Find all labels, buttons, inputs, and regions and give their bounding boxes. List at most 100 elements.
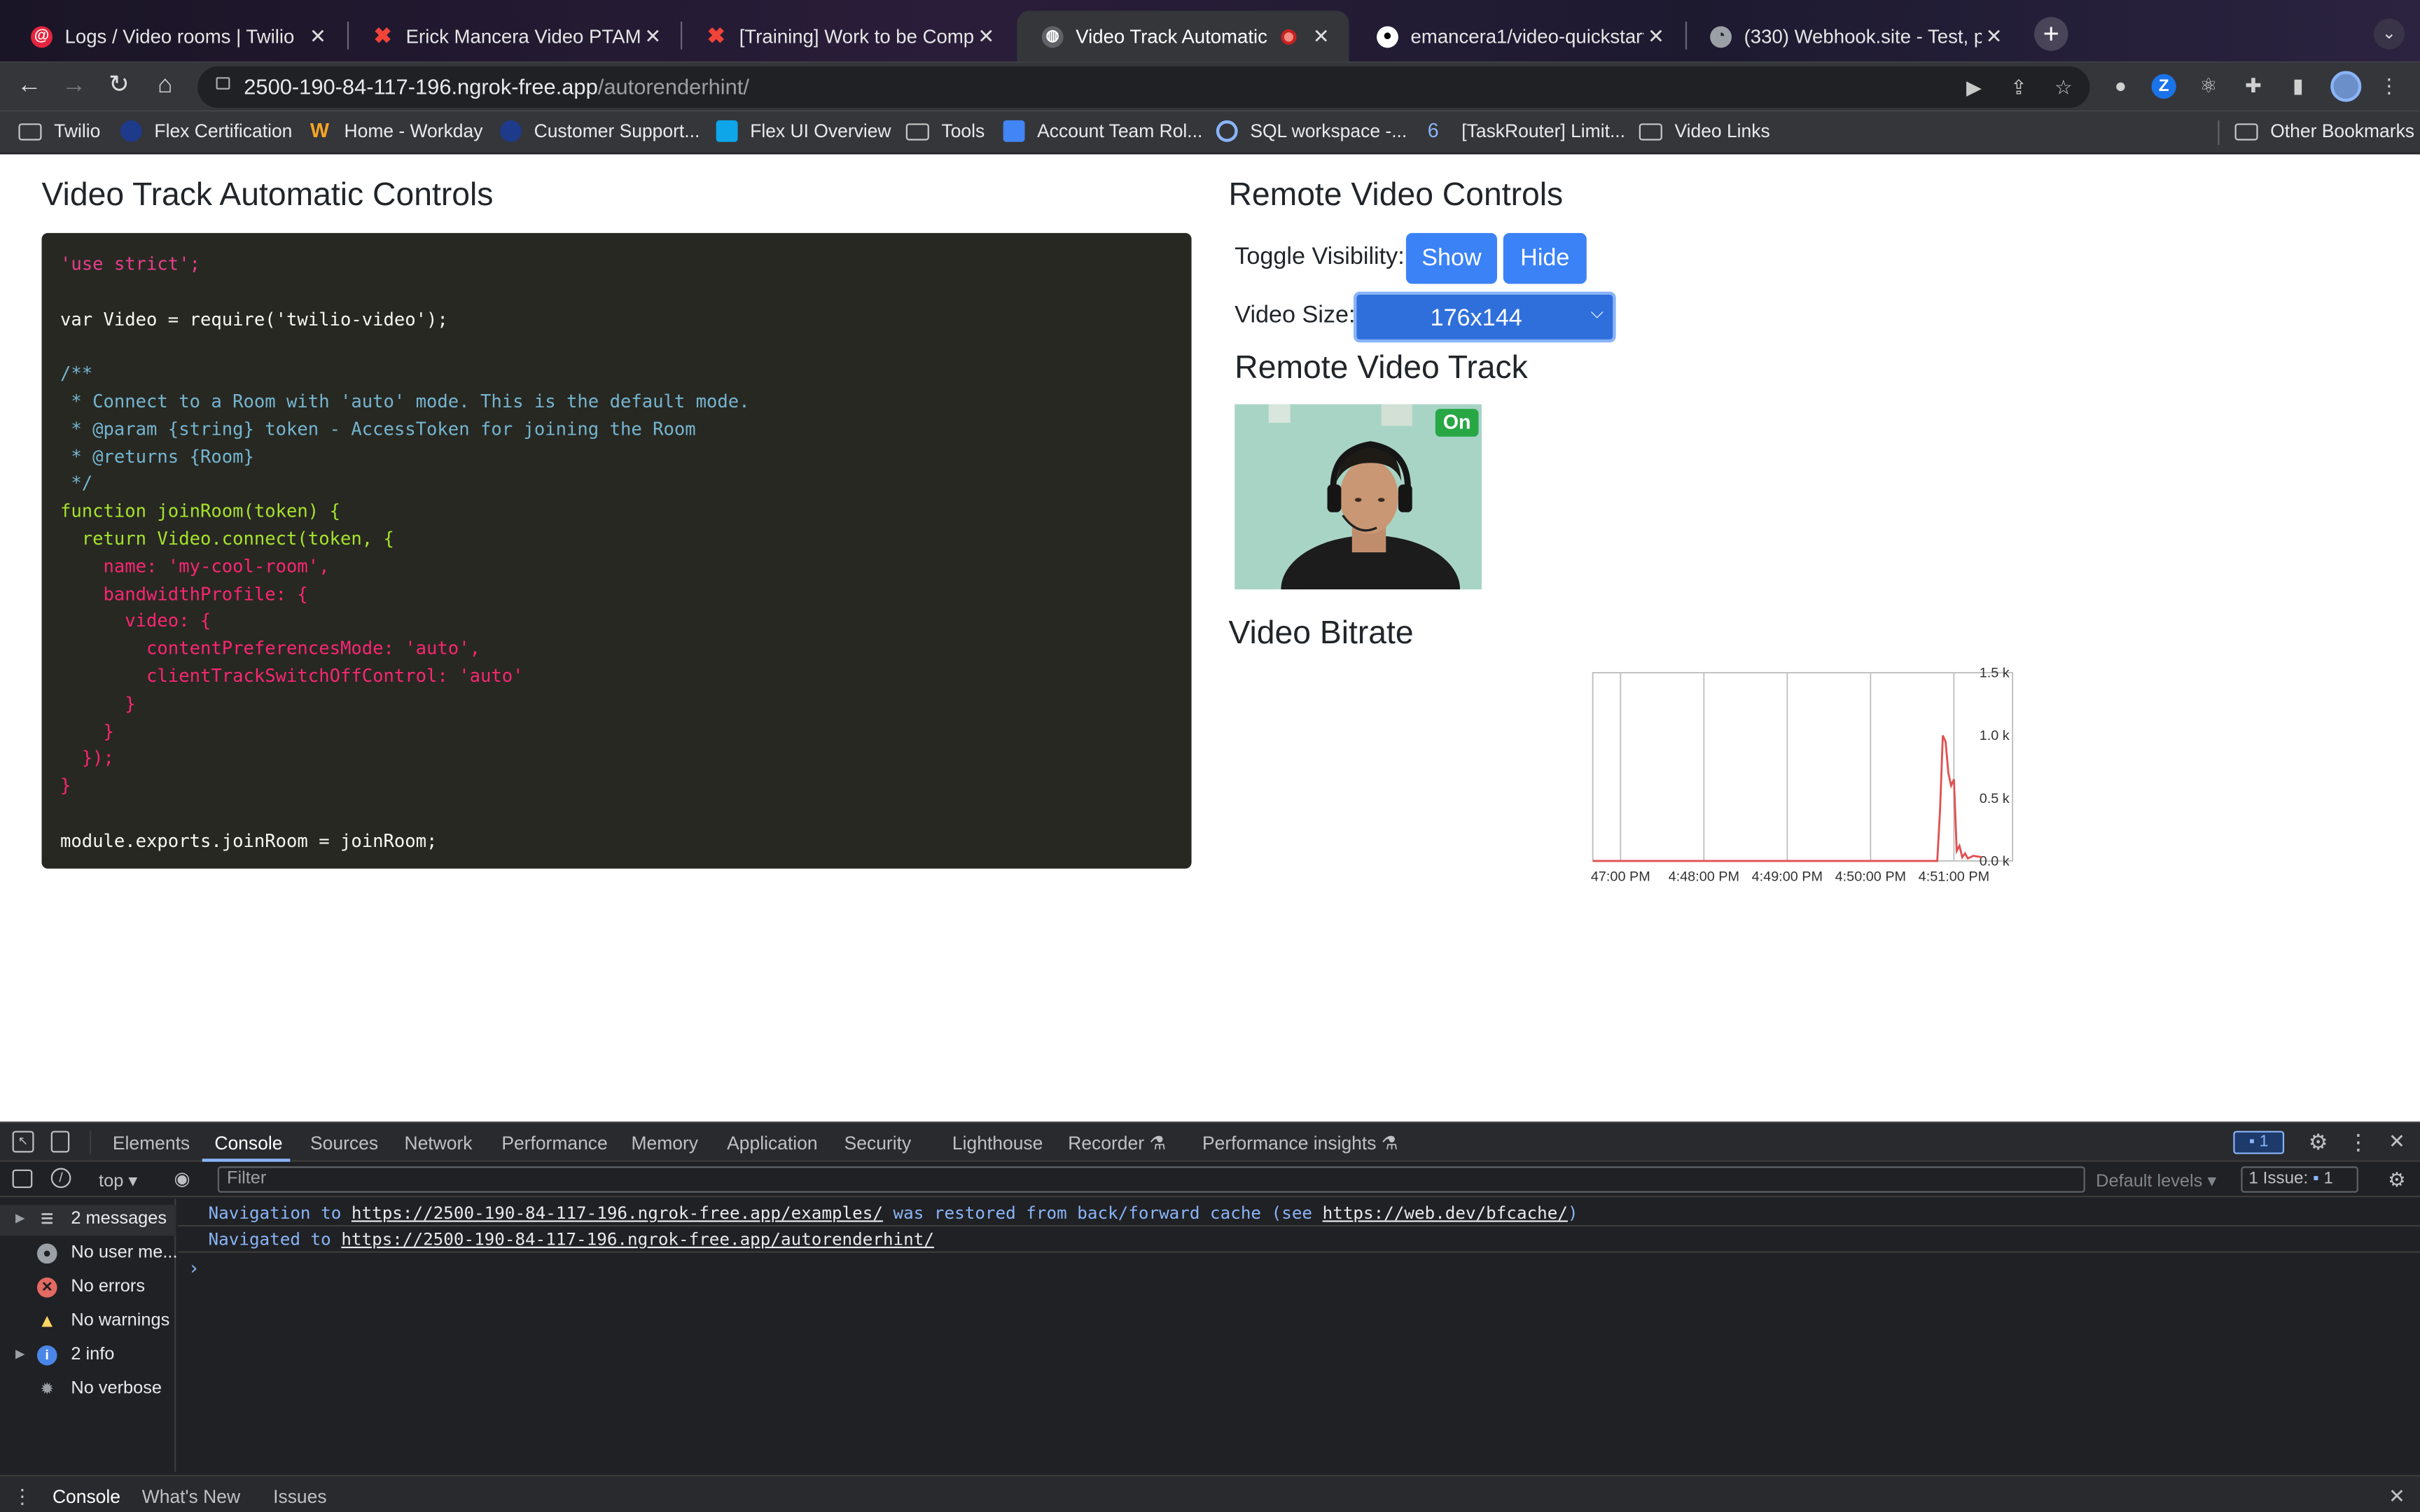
issues-counter-chip[interactable]: ▪ 1: [2233, 1130, 2285, 1154]
devtools-tab-lighthouse[interactable]: Lighthouse: [952, 1133, 1043, 1154]
tab-github-repo[interactable]: ● emancera1/video-quickstart-js ✕: [1352, 10, 1684, 62]
devtools-tab-sources[interactable]: Sources: [310, 1133, 378, 1154]
console-filter-input[interactable]: Filter: [217, 1166, 2085, 1193]
bookmark-other[interactable]: Other Bookmarks: [2234, 120, 2414, 142]
devtools-menu-icon[interactable]: ⋮: [2347, 1129, 2369, 1155]
bookmark-flex-ui-overview[interactable]: Flex UI Overview: [716, 120, 891, 142]
console-link[interactable]: https://web.dev/bfcache/: [1323, 1203, 1568, 1224]
bookmark-tools[interactable]: Tools: [905, 120, 985, 142]
console-sidebar: ▶ ☰ 2 messages ● No user me... ✕ No erro…: [0, 1198, 178, 1472]
error-icon: ✕: [36, 1277, 57, 1298]
code-line: /**: [60, 363, 93, 385]
drawer-tab-issues[interactable]: Issues: [273, 1486, 326, 1508]
camera-icon[interactable]: ▶: [1963, 76, 1985, 99]
sidebar-item-verbose[interactable]: ✹ No verbose: [0, 1375, 176, 1406]
devtools-tab-application[interactable]: Application: [727, 1133, 817, 1154]
devtools-tab-security[interactable]: Security: [844, 1133, 912, 1154]
url-text: 2500-190-84-117-196.ngrok-free.app/autor…: [244, 74, 749, 99]
share-icon[interactable]: ⇪: [2008, 76, 2030, 99]
context-selector[interactable]: top ▾: [99, 1170, 137, 1191]
bookmark-customer-support[interactable]: Customer Support...: [500, 120, 700, 142]
log-levels-dropdown[interactable]: Default levels ▾: [2096, 1170, 2216, 1191]
side-panel-icon[interactable]: ▮: [2286, 74, 2310, 99]
extensions-puzzle-icon[interactable]: ✚: [2241, 74, 2265, 99]
issues-button[interactable]: 1 Issue: ▪ 1: [2241, 1166, 2358, 1193]
console-prompt[interactable]: ›: [188, 1257, 200, 1279]
sidebar-item-user-messages[interactable]: ● No user me...: [0, 1239, 178, 1270]
devtools-tab-recorder[interactable]: Recorder ⚗: [1068, 1133, 1166, 1154]
tab-search-chevron-icon[interactable]: ⌄: [2373, 18, 2405, 50]
sidebar-item-info[interactable]: ▶ i 2 info: [0, 1340, 176, 1371]
tab-video-track-active[interactable]: ◍ Video Track Automatic Con ✕: [1017, 10, 1349, 62]
drawer-menu-icon[interactable]: ⋮: [13, 1484, 33, 1508]
tab-webhook-site[interactable]: ◔ (330) Webhook.site - Test, process ✕: [1685, 10, 2022, 62]
video-size-select[interactable]: 176x144 ⌵: [1353, 291, 1616, 343]
bookmark-flex-certification[interactable]: Flex Certification: [120, 120, 292, 142]
video-size-value: 176x144: [1430, 305, 1522, 332]
y-tick-label: 1.5 k: [1980, 666, 2010, 681]
devtools-tabbar: ↖ Elements Console Sources Network Perfo…: [0, 1123, 2420, 1162]
devtools-tab-network[interactable]: Network: [404, 1133, 472, 1154]
new-tab-plus-icon[interactable]: +: [2034, 17, 2068, 51]
code-listing: 'use strict'; var Video = require('twili…: [60, 251, 1173, 855]
reload-icon[interactable]: ↻: [104, 71, 134, 102]
bookmark-star-icon[interactable]: ☆: [2052, 76, 2074, 99]
expand-triangle-icon[interactable]: ▶: [15, 1211, 25, 1225]
tab-training-work[interactable]: ✖ [Training] Work to be Completed ✕: [681, 10, 1014, 62]
drawer-tab-console[interactable]: Console: [53, 1486, 120, 1508]
settings-gear-icon[interactable]: ⚙: [2306, 1129, 2330, 1155]
devtools-tab-memory[interactable]: Memory: [631, 1133, 698, 1154]
kebab-menu-icon[interactable]: ⋮: [2377, 74, 2401, 99]
bookmark-sql-workspace[interactable]: SQL workspace -...: [1216, 120, 1407, 142]
dropdown-triangle-icon: ▾: [128, 1172, 138, 1191]
react-extension-icon[interactable]: ⚛: [2196, 74, 2220, 99]
clear-console-icon[interactable]: /: [50, 1168, 71, 1189]
devtools-tab-console[interactable]: Console: [214, 1133, 282, 1154]
bookmark-account-team[interactable]: Account Team Rol...: [1003, 120, 1202, 142]
sidebar-item-warnings[interactable]: ▲ No warnings: [0, 1307, 176, 1338]
console-link[interactable]: https://2500-190-84-117-196.ngrok-free.a…: [352, 1203, 883, 1224]
close-icon[interactable]: ✕: [1643, 24, 1668, 48]
tab-ptam-training[interactable]: ✖ Erick Mancera Video PTAM Training ✕: [347, 10, 681, 62]
close-icon[interactable]: ✕: [1309, 24, 1333, 48]
flask-icon: ⚗: [1381, 1132, 1398, 1154]
address-bar[interactable]: 2500-190-84-117-196.ngrok-free.app/autor…: [197, 66, 2090, 108]
extension-dot-icon[interactable]: ●: [2108, 74, 2133, 99]
device-toolbar-icon[interactable]: [50, 1130, 70, 1153]
url-host: 2500-190-84-117-196.ngrok-free.app: [244, 74, 598, 99]
lock-icon: [216, 77, 230, 90]
back-arrow-icon[interactable]: ←: [14, 71, 45, 102]
live-expression-eye-icon[interactable]: ◉: [172, 1168, 193, 1190]
console-link[interactable]: https://2500-190-84-117-196.ngrok-free.a…: [341, 1230, 934, 1250]
profile-avatar[interactable]: [2330, 71, 2362, 102]
hide-button[interactable]: Hide: [1503, 232, 1587, 284]
close-devtools-icon[interactable]: ✕: [2386, 1129, 2408, 1154]
devtools-tab-elements[interactable]: Elements: [113, 1133, 190, 1154]
recording-indicator-icon: [1281, 28, 1297, 44]
zoom-extension-icon[interactable]: Z: [2151, 74, 2176, 99]
tab-twilio-logs[interactable]: @ Logs / Video rooms | Twilio ✕: [6, 10, 346, 62]
bookmark-twilio[interactable]: Twilio: [18, 120, 100, 142]
sidebar-item-messages[interactable]: ▶ ☰ 2 messages: [0, 1205, 176, 1236]
forward-arrow-icon[interactable]: →: [59, 71, 90, 102]
show-button[interactable]: Show: [1405, 232, 1497, 284]
close-icon[interactable]: ✕: [974, 24, 999, 48]
home-icon[interactable]: ⌂: [150, 71, 181, 102]
close-icon[interactable]: ✕: [1982, 24, 2006, 48]
drawer-tab-whats-new[interactable]: What's New: [142, 1486, 240, 1508]
close-icon[interactable]: ✕: [641, 24, 665, 48]
sidebar-toggle-icon[interactable]: [12, 1169, 33, 1189]
devtools-tab-performance-insights[interactable]: Performance insights ⚗: [1202, 1133, 1398, 1154]
sidebar-item-errors[interactable]: ✕ No errors: [0, 1273, 176, 1303]
bookmark-video-links[interactable]: Video Links: [1639, 120, 1770, 142]
expand-triangle-icon[interactable]: ▶: [15, 1347, 25, 1361]
bookmark-taskrouter[interactable]: 6 [TaskRouter] Limit...: [1428, 120, 1625, 142]
close-drawer-icon[interactable]: ✕: [2386, 1484, 2408, 1508]
bookmark-workday[interactable]: W Home - Workday: [310, 120, 482, 142]
console-message: Navigated to https://2500-190-84-117-196…: [208, 1229, 934, 1250]
devtools-tab-performance[interactable]: Performance: [501, 1133, 607, 1154]
code-line: module.exports.joinRoom = joinRoom;: [60, 830, 438, 852]
close-icon[interactable]: ✕: [305, 24, 330, 48]
inspect-element-icon[interactable]: ↖: [12, 1130, 34, 1153]
console-settings-gear-icon[interactable]: ⚙: [2386, 1168, 2408, 1193]
